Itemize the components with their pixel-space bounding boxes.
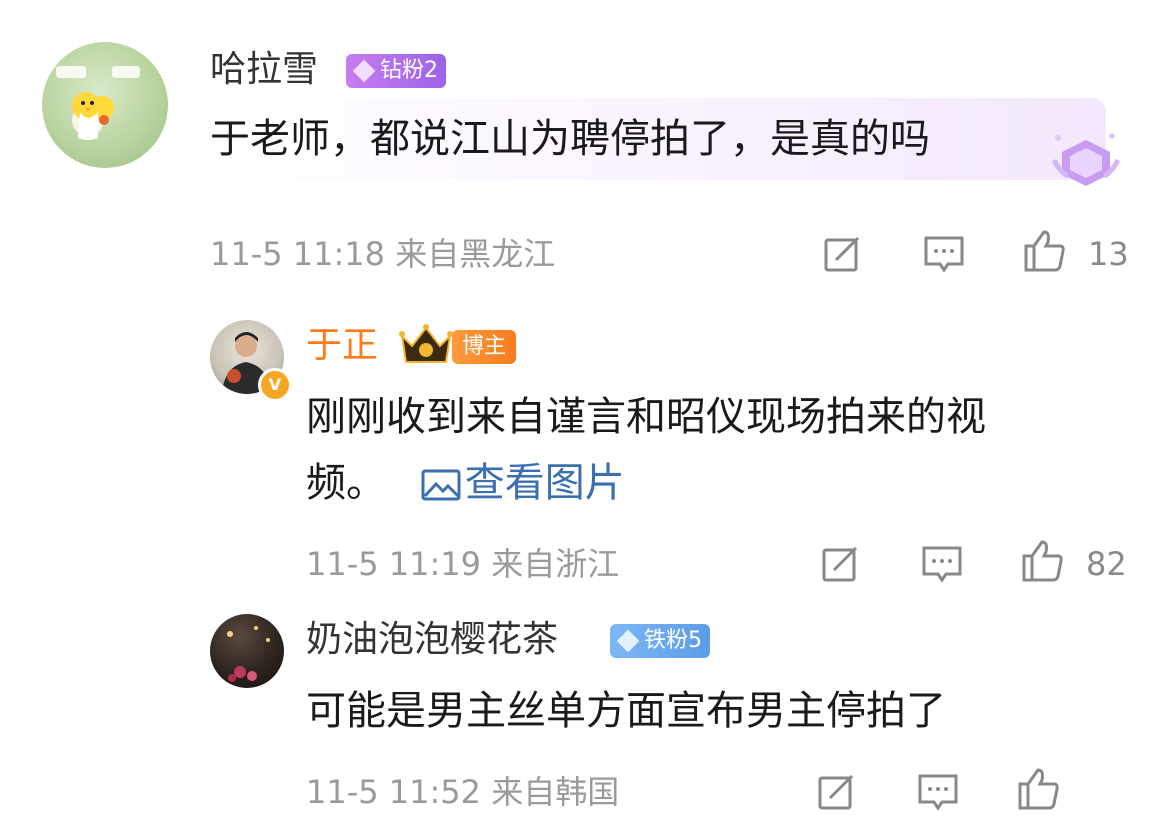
reply-icon[interactable] — [922, 232, 966, 276]
comment-text: 于老师，都说江山为聘停拍了，是真的吗 — [210, 116, 930, 162]
night-scene-photo — [227, 626, 270, 682]
repost-icon[interactable] — [822, 232, 866, 276]
like-icon[interactable] — [1020, 538, 1064, 582]
username[interactable]: 奶油泡泡樱花茶 — [306, 618, 558, 662]
verified-badge-icon: V — [258, 368, 292, 402]
comment-text-line-2-text: 频。 — [306, 460, 386, 506]
reply-icon[interactable] — [920, 542, 964, 586]
comment-date: 11-5 11:18 — [210, 235, 386, 273]
reply-icon[interactable] — [916, 770, 960, 814]
comment-location: 来自韩国 — [491, 773, 620, 811]
blogger-badge: 博主 — [452, 330, 517, 364]
fan-badge-label: 铁粉5 — [644, 628, 702, 653]
like-icon[interactable] — [1022, 228, 1066, 272]
avatar-blogger[interactable]: V — [210, 320, 292, 402]
diamond-icon — [616, 629, 640, 653]
fan-badge[interactable]: 铁粉5 — [610, 624, 710, 658]
comment-date: 11-5 11:19 — [306, 545, 482, 583]
comment-meta: 11-5 11:18 来自黑龙江 — [210, 234, 555, 274]
comment-date: 11-5 11:52 — [306, 773, 482, 811]
fan-badge[interactable]: 钻粉2 — [346, 54, 446, 88]
repost-icon[interactable] — [820, 542, 864, 586]
avatar-user-1[interactable] — [42, 42, 168, 168]
like-icon[interactable] — [1016, 766, 1060, 810]
diamond-decoration-icon — [1051, 133, 1121, 186]
comment-text: 可能是男主丝单方面宣布男主停拍了 — [306, 688, 946, 734]
username[interactable]: 哈拉雪 — [210, 48, 318, 92]
chick-illustration — [56, 66, 140, 140]
comment-text-line-2: 频。 查看图片 — [306, 450, 625, 516]
diamond-icon — [352, 59, 376, 83]
comment-location: 来自浙江 — [491, 545, 620, 583]
crown-icon — [399, 324, 453, 363]
view-image-label: 查看图片 — [464, 460, 625, 506]
comment-meta: 11-5 11:19 来自浙江 — [306, 544, 619, 584]
username[interactable]: 于正 — [306, 324, 378, 368]
comment-text-line-1: 刚刚收到来自谨言和昭仪现场拍来的视 — [306, 394, 986, 440]
like-count: 82 — [1086, 545, 1127, 583]
repost-icon[interactable] — [816, 770, 860, 814]
image-icon — [421, 469, 461, 501]
avatar-user-3[interactable] — [210, 614, 284, 688]
like-count: 13 — [1088, 235, 1129, 273]
view-image-link[interactable]: 查看图片 — [421, 460, 625, 506]
comment-location: 来自黑龙江 — [395, 235, 556, 273]
fan-badge-label: 钻粉2 — [380, 58, 438, 83]
comment-meta: 11-5 11:52 来自韩国 — [306, 772, 619, 812]
